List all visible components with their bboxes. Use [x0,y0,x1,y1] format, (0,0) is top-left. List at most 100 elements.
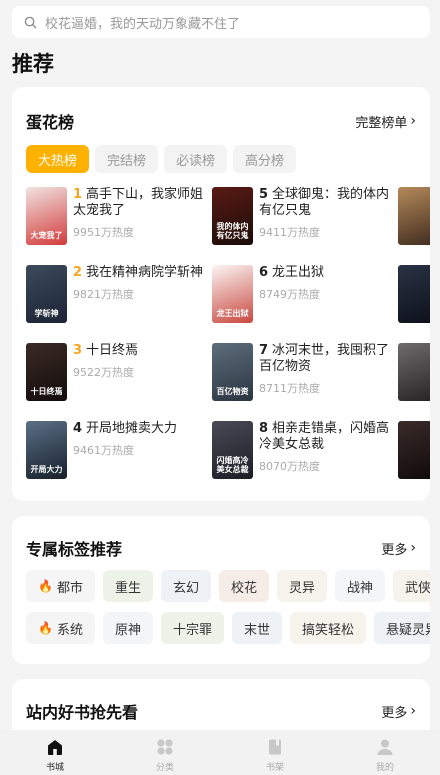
tag-label: 原神 [114,622,141,638]
book-item[interactable] [398,421,430,479]
tag-label: 玄幻 [172,580,199,596]
book-title[interactable]: 高手下山，我家师姐太宠我了 [73,187,203,218]
book-title-line: 7 冰河末世，我囤积了百亿物资 [259,343,393,375]
tag-label: 十宗罪 [172,622,212,638]
book-info: 4 开局地摊卖大力 9461万热度 [73,421,207,479]
bottom-tab-bar: 书城 分类 书架 我的 [0,730,440,775]
ranking-tab[interactable]: 完结榜 [95,145,159,173]
home-icon [48,740,62,755]
book-cover-text: 大宠我了 [30,231,63,240]
book-title-line: 3 十日终焉 [73,343,207,359]
book-title-line: 6 龙王出狱 [259,265,393,281]
book-item[interactable] [398,343,430,401]
tab-bookshelf[interactable]: 书架 [220,730,330,775]
tab-bookstore[interactable]: 书城 [0,730,110,775]
tag-chip[interactable]: 玄幻 [160,570,211,602]
fire-icon: 🔥 [38,621,53,635]
chevron-right-icon: › [410,540,416,556]
book-cover-text: 我的体内有亿只鬼 [216,222,249,240]
book-cover[interactable]: 闪婚高冷美女总裁 [212,421,253,479]
book-title[interactable]: 相亲走错桌，闪婚高冷美女总裁 [259,421,389,452]
book-title[interactable]: 十日终焉 [86,343,138,358]
book-rank: 3 [73,343,83,358]
book-heat: 9951万热度 [73,226,134,239]
book-cover[interactable] [398,265,430,323]
book-item[interactable]: 百亿物资 7 冰河末世，我囤积了百亿物资 8711万热度 [212,343,398,401]
book-cover[interactable]: 十日终焉 [26,343,67,401]
tag-chip[interactable]: 重生 [102,570,153,602]
book-heat: 8070万热度 [259,460,320,473]
tag-chip[interactable]: 搞笑轻松 [290,612,367,644]
book-item[interactable]: 大宠我了 1 高手下山，我家师姐太宠我了 9951万热度 [26,187,212,245]
book-cover[interactable]: 大宠我了 [26,187,67,245]
tag-row: 🔥都市 重生 玄幻 校花 灵异 战神 武侠修 [26,570,430,602]
book-rank: 6 [259,265,269,280]
book-rank: 7 [259,343,269,358]
book-cover[interactable]: 学斩神 [26,265,67,323]
search-bar[interactable]: 校花逼婚，我的天动万象藏不住了 [12,6,430,38]
book-item[interactable]: 龙王出狱 6 龙王出狱 8749万热度 [212,265,398,323]
book-info: 3 十日终焉 9522万热度 [73,343,207,401]
book-item[interactable]: 开局大力 4 开局地摊卖大力 9461万热度 [26,421,212,479]
tag-chip[interactable]: 🔥 都市 [26,570,95,602]
book-cover[interactable]: 龙王出狱 [212,265,253,323]
category-icon [157,739,173,755]
tab-profile[interactable]: 我的 [330,730,440,775]
ranking-tab[interactable]: 大热榜 [26,145,90,173]
tag-chip[interactable]: 🔥 系统 [26,612,95,644]
book-title[interactable]: 开局地摊卖大力 [86,421,177,436]
book-title-line: 8 相亲走错桌，闪婚高冷美女总裁 [259,421,393,453]
tag-label: 战神 [347,580,374,596]
ranking-tab[interactable]: 必读榜 [164,145,228,173]
book-cover[interactable] [398,421,430,479]
tag-label: 都市 [56,580,83,596]
tag-label: 悬疑灵异 [386,622,430,638]
book-rank: 8 [259,421,269,436]
book-item[interactable]: 学斩神 2 我在精神病院学斩神 9821万热度 [26,265,212,323]
book-item[interactable] [398,187,430,245]
book-item[interactable]: 我的体内有亿只鬼 5 全球御鬼：我的体内有亿只鬼 9411万热度 [212,187,398,245]
book-info: 8 相亲走错桌，闪婚高冷美女总裁 8070万热度 [259,421,393,479]
book-item[interactable]: 闪婚高冷美女总裁 8 相亲走错桌，闪婚高冷美女总裁 8070万热度 [212,421,398,479]
ranking-title: 蛋花榜 [26,113,75,132]
good-books-title: 站内好书抢先看 [26,703,139,722]
tag-chip[interactable]: 原神 [102,612,153,644]
tag-chip[interactable]: 战神 [335,570,386,602]
tag-chip[interactable]: 校花 [219,570,270,602]
tag-chip[interactable]: 十宗罪 [160,612,224,644]
book-cover[interactable] [398,187,430,245]
tag-label: 搞笑轻松 [302,622,355,638]
book-cover[interactable]: 开局大力 [26,421,67,479]
book-info: 6 龙王出狱 8749万热度 [259,265,393,323]
book-title[interactable]: 我在精神病院学斩神 [86,265,203,280]
tag-row: 🔥系统 原神 十宗罪 末世 搞笑轻松 悬疑灵异 [26,612,430,644]
book-heat: 8749万热度 [259,288,320,301]
book-cover[interactable]: 百亿物资 [212,343,253,401]
tag-label: 末世 [244,622,271,638]
book-cover[interactable] [398,343,430,401]
book-heat: 9411万热度 [259,226,320,239]
book-item[interactable]: 十日终焉 3 十日终焉 9522万热度 [26,343,212,401]
good-books-more-link[interactable]: 更多 › [381,702,416,721]
profile-icon [377,739,393,755]
tags-more-link[interactable]: 更多 › [381,539,416,558]
chevron-right-icon: › [410,113,416,129]
book-cover[interactable]: 我的体内有亿只鬼 [212,187,253,245]
book-title[interactable]: 龙王出狱 [272,265,324,280]
book-item[interactable] [398,265,430,323]
ranking-tab[interactable]: 高分榜 [233,145,297,173]
tag-chip[interactable]: 武侠修 [393,570,430,602]
book-rank: 2 [73,265,83,280]
book-title[interactable]: 全球御鬼：我的体内有亿只鬼 [259,187,389,218]
tag-chip[interactable]: 悬疑灵异 [374,612,430,644]
book-cover-text: 学斩神 [34,309,59,318]
tag-chip[interactable]: 末世 [232,612,283,644]
book-title-line: 4 开局地摊卖大力 [73,421,207,437]
tag-label: 灵异 [289,580,316,596]
tab-category[interactable]: 分类 [110,730,220,775]
page-title: 推荐 [12,52,54,76]
tags-title: 专属标签推荐 [26,540,123,559]
full-ranking-link[interactable]: 完整榜单 › [355,112,416,131]
tag-chip[interactable]: 灵异 [277,570,328,602]
book-title[interactable]: 冰河末世，我囤积了百亿物资 [259,343,389,374]
